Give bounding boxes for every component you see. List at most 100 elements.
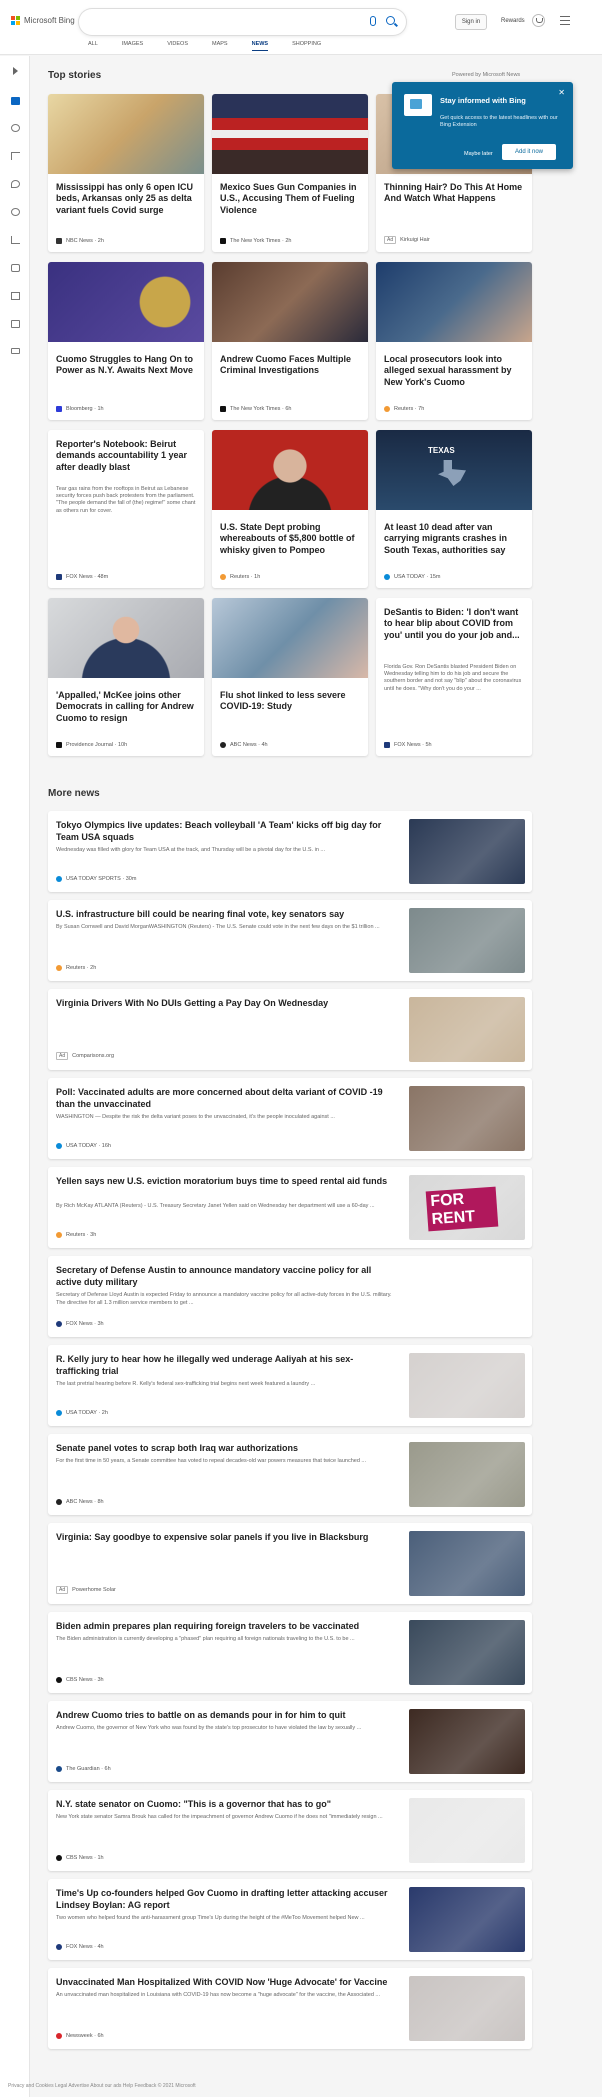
- tab-images[interactable]: IMAGES: [122, 41, 143, 51]
- microphone-icon[interactable]: [370, 16, 376, 26]
- story-source: ABC News · 4h: [220, 742, 268, 748]
- news-row[interactable]: Senate panel votes to scrap both Iraq wa…: [48, 1434, 532, 1515]
- story-title: Mexico Sues Gun Companies in U.S., Accus…: [220, 182, 357, 215]
- story-title: Reporter's Notebook: Beirut demands acco…: [56, 439, 188, 472]
- news-summary: New York state senator Samra Brouk has c…: [56, 1814, 383, 1820]
- news-title: Yellen says new U.S. eviction moratorium…: [56, 1176, 388, 1186]
- story-card[interactable]: Mexico Sues Gun Companies in U.S., Accus…: [212, 94, 368, 252]
- flag-icon[interactable]: [11, 152, 20, 160]
- news-summary: WASHINGTON — Despite the risk the delta …: [56, 1114, 335, 1120]
- story-image: TEXAS: [376, 430, 532, 510]
- story-image: [212, 598, 368, 678]
- news-thumbnail: [409, 1353, 525, 1418]
- add-it-now-button[interactable]: Add it now: [502, 144, 556, 160]
- news-row[interactable]: Secretary of Defense Austin to announce …: [48, 1256, 532, 1337]
- story-source: FOX News · 5h: [384, 742, 432, 748]
- source-logo-icon: [56, 1766, 62, 1772]
- story-title: Local prosecutors look into alleged sexu…: [384, 354, 512, 387]
- tab-videos[interactable]: VIDEOS: [167, 41, 188, 51]
- news-summary: The last pretrial hearing before R. Kell…: [56, 1381, 316, 1387]
- story-card[interactable]: Cuomo Struggles to Hang On to Power as N…: [48, 262, 204, 420]
- news-summary: The Biden administration is currently de…: [56, 1636, 355, 1642]
- money-icon[interactable]: [11, 348, 20, 354]
- close-icon[interactable]: ✕: [558, 88, 565, 97]
- news-title: Senate panel votes to scrap both Iraq wa…: [56, 1443, 299, 1453]
- story-card[interactable]: Local prosecutors look into alleged sexu…: [376, 262, 532, 420]
- story-title: Thinning Hair? Do This At Home And Watch…: [384, 182, 523, 204]
- bing-logo[interactable]: Microsoft Bing: [11, 16, 75, 25]
- news-source: USA TODAY SPORTS · 30m: [56, 876, 136, 882]
- news-row[interactable]: Tokyo Olympics live updates: Beach volle…: [48, 811, 532, 892]
- story-image: [48, 94, 204, 174]
- header-bar: Microsoft Bing Sign in Rewards ALL IMAGE…: [0, 0, 602, 55]
- tab-maps[interactable]: MAPS: [212, 41, 228, 51]
- news-row[interactable]: N.Y. state senator on Cuomo: "This is a …: [48, 1790, 532, 1871]
- home-icon[interactable]: [11, 97, 20, 105]
- tab-news[interactable]: NEWS: [251, 41, 269, 51]
- story-source: USA TODAY · 15m: [384, 574, 440, 580]
- story-card[interactable]: Mississippi has only 6 open ICU beds, Ar…: [48, 94, 204, 252]
- footer-links[interactable]: Privacy and Cookies Legal Advertise Abou…: [0, 2083, 602, 2089]
- news-thumbnail: [409, 1976, 525, 2041]
- news-row[interactable]: Andrew Cuomo tries to battle on as deman…: [48, 1701, 532, 1782]
- news-row[interactable]: Biden admin prepares plan requiring fore…: [48, 1612, 532, 1693]
- story-card[interactable]: Flu shot linked to less severe COVID-19:…: [212, 598, 368, 756]
- rewards-link[interactable]: Rewards: [501, 18, 525, 24]
- news-source: USA TODAY · 2h: [56, 1410, 108, 1416]
- source-logo-icon: [56, 1855, 62, 1861]
- story-card[interactable]: 'Appalled,' McKee joins other Democrats …: [48, 598, 204, 756]
- story-title: Flu shot linked to less severe COVID-19:…: [220, 690, 346, 712]
- news-title: Virginia Drivers With No DUIs Getting a …: [56, 998, 329, 1008]
- news-row[interactable]: R. Kelly jury to hear how he illegally w…: [48, 1345, 532, 1426]
- story-card[interactable]: TEXAS At least 10 dead after van carryin…: [376, 430, 532, 588]
- thumbnail-caption: FOR RENT: [425, 1186, 499, 1232]
- news-title: Andrew Cuomo tries to battle on as deman…: [56, 1710, 346, 1720]
- news-thumbnail: [409, 1086, 525, 1151]
- trending-icon[interactable]: [11, 124, 20, 132]
- globe-icon[interactable]: [11, 208, 20, 216]
- story-image: [48, 598, 204, 678]
- sign-in-button[interactable]: Sign in: [455, 14, 487, 30]
- tab-all[interactable]: ALL: [88, 41, 98, 51]
- news-thumbnail: [409, 1620, 525, 1685]
- entertainment-icon[interactable]: [11, 292, 20, 300]
- news-title: Time's Up co-founders helped Gov Cuomo i…: [56, 1888, 388, 1910]
- news-title: U.S. infrastructure bill could be nearin…: [56, 909, 345, 919]
- source-logo-icon: [56, 1232, 62, 1238]
- news-row[interactable]: Virginia: Say goodbye to expensive solar…: [48, 1523, 532, 1604]
- menu-icon[interactable]: [560, 16, 570, 27]
- news-summary: Two women who helped found the anti-hara…: [56, 1915, 365, 1921]
- story-card[interactable]: Andrew Cuomo Faces Multiple Criminal Inv…: [212, 262, 368, 420]
- rocket-icon[interactable]: [11, 264, 20, 272]
- story-card[interactable]: Reporter's Notebook: Beirut demands acco…: [48, 430, 204, 588]
- story-card[interactable]: DeSantis to Biden: 'I don't want to hear…: [376, 598, 532, 756]
- news-row[interactable]: Virginia Drivers With No DUIs Getting a …: [48, 989, 532, 1070]
- sports-icon[interactable]: [11, 320, 20, 328]
- location-icon[interactable]: [11, 180, 20, 188]
- expand-arrow-icon[interactable]: [13, 67, 18, 75]
- news-title: Virginia: Say goodbye to expensive solar…: [56, 1532, 369, 1542]
- news-thumbnail: [409, 1709, 525, 1774]
- news-title: Unvaccinated Man Hospitalized With COVID…: [56, 1977, 388, 1987]
- news-source: CBS News · 3h: [56, 1677, 104, 1683]
- news-source: USA TODAY · 16h: [56, 1143, 111, 1149]
- more-news-heading: More news: [48, 788, 100, 799]
- news-row[interactable]: Time's Up co-founders helped Gov Cuomo i…: [48, 1879, 532, 1960]
- news-thumbnail: [409, 908, 525, 973]
- story-card[interactable]: U.S. State Dept probing whereabouts of $…: [212, 430, 368, 588]
- popup-title: Stay informed with Bing: [440, 96, 526, 105]
- news-row[interactable]: U.S. infrastructure bill could be nearin…: [48, 900, 532, 981]
- rewards-trophy-icon[interactable]: [532, 14, 545, 27]
- tab-shopping[interactable]: SHOPPING: [292, 41, 321, 51]
- story-title: Mississippi has only 6 open ICU beds, Ar…: [56, 182, 194, 215]
- search-input[interactable]: [79, 9, 406, 35]
- chart-icon[interactable]: [11, 236, 20, 244]
- maybe-later-button[interactable]: Maybe later: [464, 151, 493, 157]
- browser-extension-icon: [404, 94, 432, 116]
- news-row[interactable]: Poll: Vaccinated adults are more concern…: [48, 1078, 532, 1159]
- search-icon[interactable]: [386, 16, 395, 25]
- news-source: Reuters · 3h: [56, 1232, 96, 1238]
- news-row[interactable]: Yellen says new U.S. eviction moratorium…: [48, 1167, 532, 1248]
- news-row[interactable]: Unvaccinated Man Hospitalized With COVID…: [48, 1968, 532, 2049]
- story-image: [48, 262, 204, 342]
